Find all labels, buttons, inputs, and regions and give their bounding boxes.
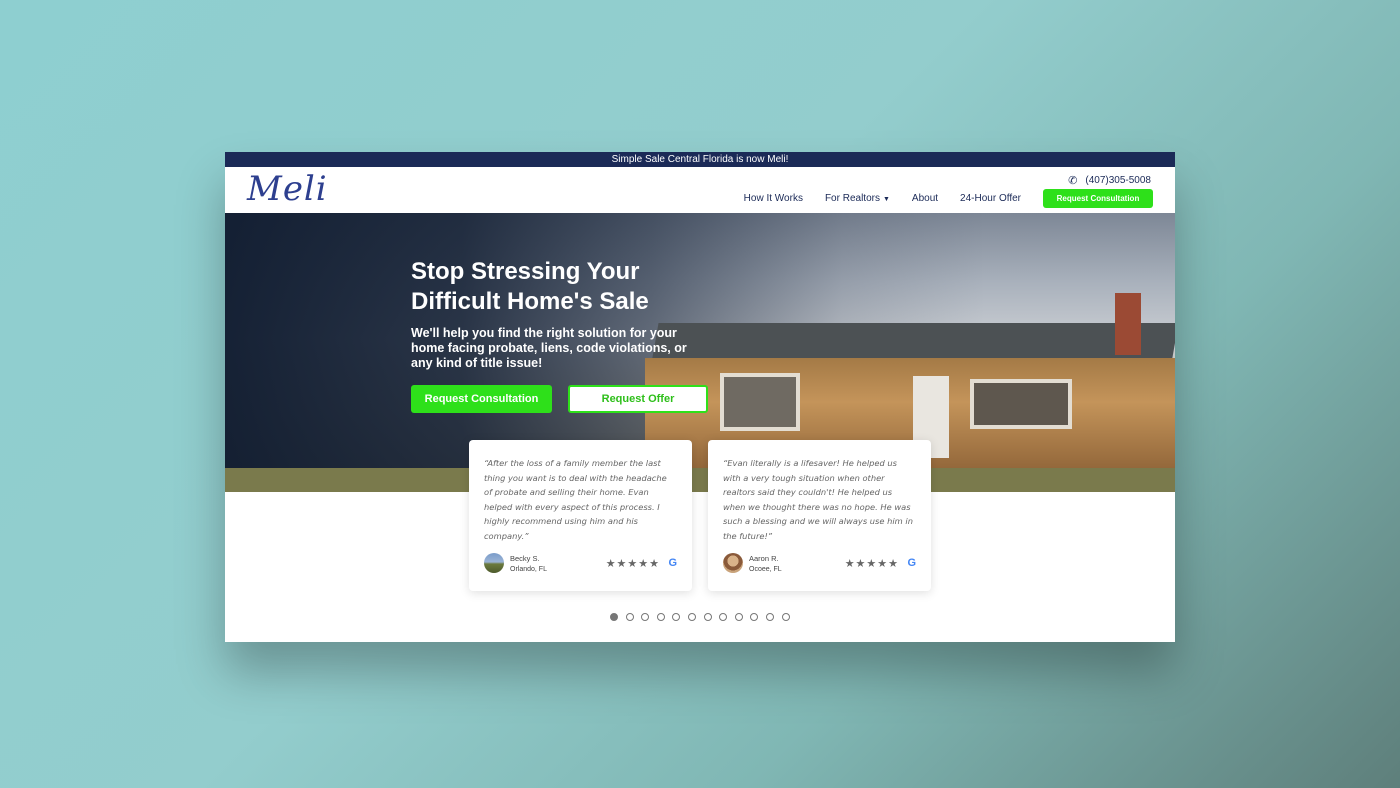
reviewer-info: Aaron R. Ocoee, FL <box>749 553 782 575</box>
hero-title: Stop Stressing Your Difficult Home's Sal… <box>411 257 711 317</box>
house-window <box>720 373 800 431</box>
house-roof <box>651 323 1175 363</box>
testimonial-footer: Aaron R. Ocoee, FL ★★★★★ G <box>723 553 916 575</box>
carousel-dot[interactable] <box>672 613 681 621</box>
carousel-dots <box>610 613 790 621</box>
carousel-dot[interactable] <box>750 613 759 621</box>
avatar <box>484 553 504 573</box>
carousel-dot[interactable] <box>641 613 650 621</box>
hero-content: Stop Stressing Your Difficult Home's Sal… <box>411 257 711 371</box>
phone-link[interactable]: ✆ (407)305-5008 <box>1068 174 1151 187</box>
hero-title-line: Difficult Home's Sale <box>411 288 649 315</box>
hero-subtitle: We'll help you find the right solution f… <box>411 326 687 370</box>
logo[interactable]: Meli <box>247 169 328 209</box>
carousel-dot[interactable] <box>687 613 696 621</box>
carousel-dot[interactable] <box>765 613 774 621</box>
reviewer-info: Becky S. Orlando, FL <box>510 553 547 575</box>
carousel-dot[interactable] <box>703 613 712 621</box>
reviewer-name: Becky S. <box>510 554 540 563</box>
request-consultation-button[interactable]: Request Consultation <box>411 385 552 413</box>
carousel-dot[interactable] <box>734 613 743 621</box>
testimonial-quote: “After the loss of a family member the l… <box>484 458 667 541</box>
hero-title-line: Stop Stressing Your <box>411 258 640 285</box>
announcement-bar: Simple Sale Central Florida is now Meli! <box>225 152 1175 167</box>
reviewer-location: Orlando, FL <box>510 566 547 573</box>
house-window <box>970 379 1072 429</box>
hero-section: Stop Stressing Your Difficult Home's Sal… <box>225 213 1175 492</box>
carousel-dot[interactable] <box>781 613 790 621</box>
request-offer-button[interactable]: Request Offer <box>568 385 708 413</box>
hero-buttons: Request Consultation Request Offer <box>411 385 708 413</box>
carousel-dot[interactable] <box>719 613 728 621</box>
main-nav: How It Works For Realtors ▼ About 24-Hour… <box>744 189 1153 208</box>
nav-24-hour-offer[interactable]: 24-Hour Offer <box>960 193 1021 204</box>
nav-request-consultation-button[interactable]: Request Consultation <box>1043 189 1153 208</box>
testimonial-card: “Evan literally is a lifesaver! He helpe… <box>708 440 931 591</box>
lawn <box>225 468 1175 492</box>
carousel-dot[interactable] <box>610 613 618 621</box>
house-chimney <box>1115 293 1141 355</box>
phone-icon: ✆ <box>1068 175 1078 187</box>
header-nav: Meli ✆ (407)305-5008 How It Works For Re… <box>225 167 1175 213</box>
website-frame: Simple Sale Central Florida is now Meli!… <box>225 152 1175 642</box>
avatar <box>723 553 743 573</box>
testimonial-footer: Becky S. Orlando, FL ★★★★★ G <box>484 553 677 575</box>
google-icon: G <box>668 557 677 569</box>
nav-about[interactable]: About <box>912 193 938 204</box>
google-icon: G <box>907 557 916 569</box>
reviewer-location: Ocoee, FL <box>749 566 782 573</box>
nav-how-it-works[interactable]: How It Works <box>744 193 803 204</box>
nav-for-realtors-label: For Realtors <box>824 193 880 204</box>
chevron-down-icon: ▼ <box>882 196 890 203</box>
reviewer-name: Aaron R. <box>749 554 779 563</box>
nav-for-realtors[interactable]: For Realtors ▼ <box>825 193 890 204</box>
carousel-dot[interactable] <box>625 613 634 621</box>
testimonial-quote: “Evan literally is a lifesaver! He helpe… <box>723 458 913 541</box>
star-rating: ★★★★★ <box>605 558 660 570</box>
carousel-dot[interactable] <box>656 613 665 621</box>
star-rating: ★★★★★ <box>844 558 899 570</box>
testimonial-card: “After the loss of a family member the l… <box>469 440 692 591</box>
phone-number: (407)305-5008 <box>1085 175 1151 186</box>
